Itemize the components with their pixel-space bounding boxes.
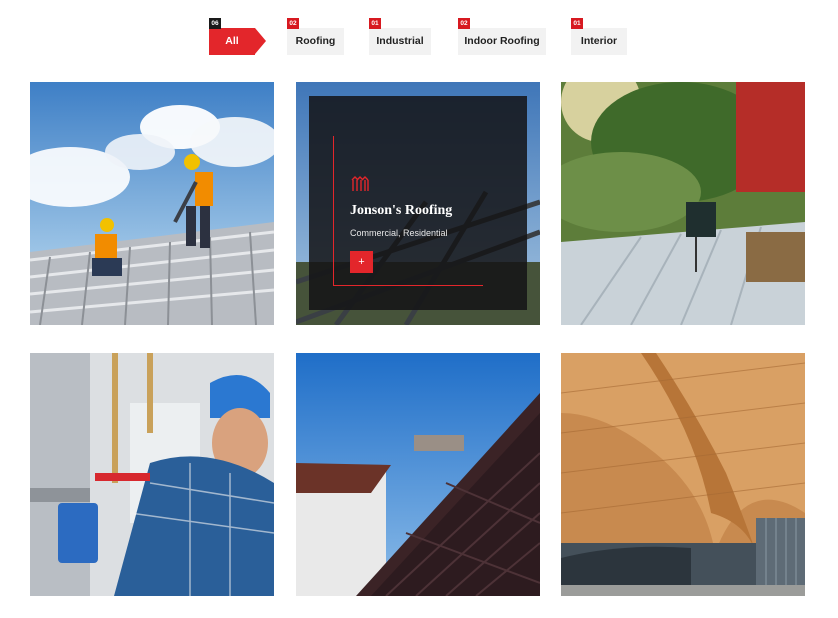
filter-count-badge: 02 (287, 18, 299, 29)
active-arrow (255, 28, 266, 54)
project-tile[interactable] (561, 82, 805, 325)
project-open-button[interactable]: + (350, 251, 373, 273)
filter-count-badge: 01 (571, 18, 583, 29)
accent-vertical-line (333, 136, 334, 286)
drilling-metal-roof-photo (561, 82, 805, 325)
project-tile[interactable] (30, 353, 274, 596)
project-tile-hover[interactable]: Jonson's Roofing Commercial, Residential… (296, 82, 540, 325)
project-title[interactable]: Jonson's Roofing (350, 203, 452, 219)
project-tile[interactable] (561, 353, 805, 596)
project-tile[interactable] (30, 82, 274, 325)
plumber-fixing-pipes-photo (30, 353, 274, 596)
portfolio-filter-bar: All 06 Roofing 02 Industrial 01 Indoor R… (0, 0, 838, 70)
project-tile[interactable] (296, 353, 540, 596)
project-categories: Commercial, Residential (350, 228, 448, 238)
workers-on-roof-frame-photo (30, 82, 274, 325)
dark-tiled-roof-photo (296, 353, 540, 596)
filter-label: Roofing (287, 28, 344, 55)
project-overlay-card: Jonson's Roofing Commercial, Residential… (309, 96, 527, 310)
filter-label: Industrial (369, 28, 431, 55)
filter-label: Interior (571, 28, 627, 55)
filter-count-badge: 02 (458, 18, 470, 29)
filter-count-badge: 06 (209, 18, 221, 29)
accent-horizontal-line (333, 285, 483, 286)
filter-count-badge: 01 (369, 18, 381, 29)
columns-icon (351, 176, 369, 191)
filter-label: All (209, 28, 255, 55)
filter-label: Indoor Roofing (458, 28, 546, 55)
wooden-curved-ceiling-photo (561, 353, 805, 596)
